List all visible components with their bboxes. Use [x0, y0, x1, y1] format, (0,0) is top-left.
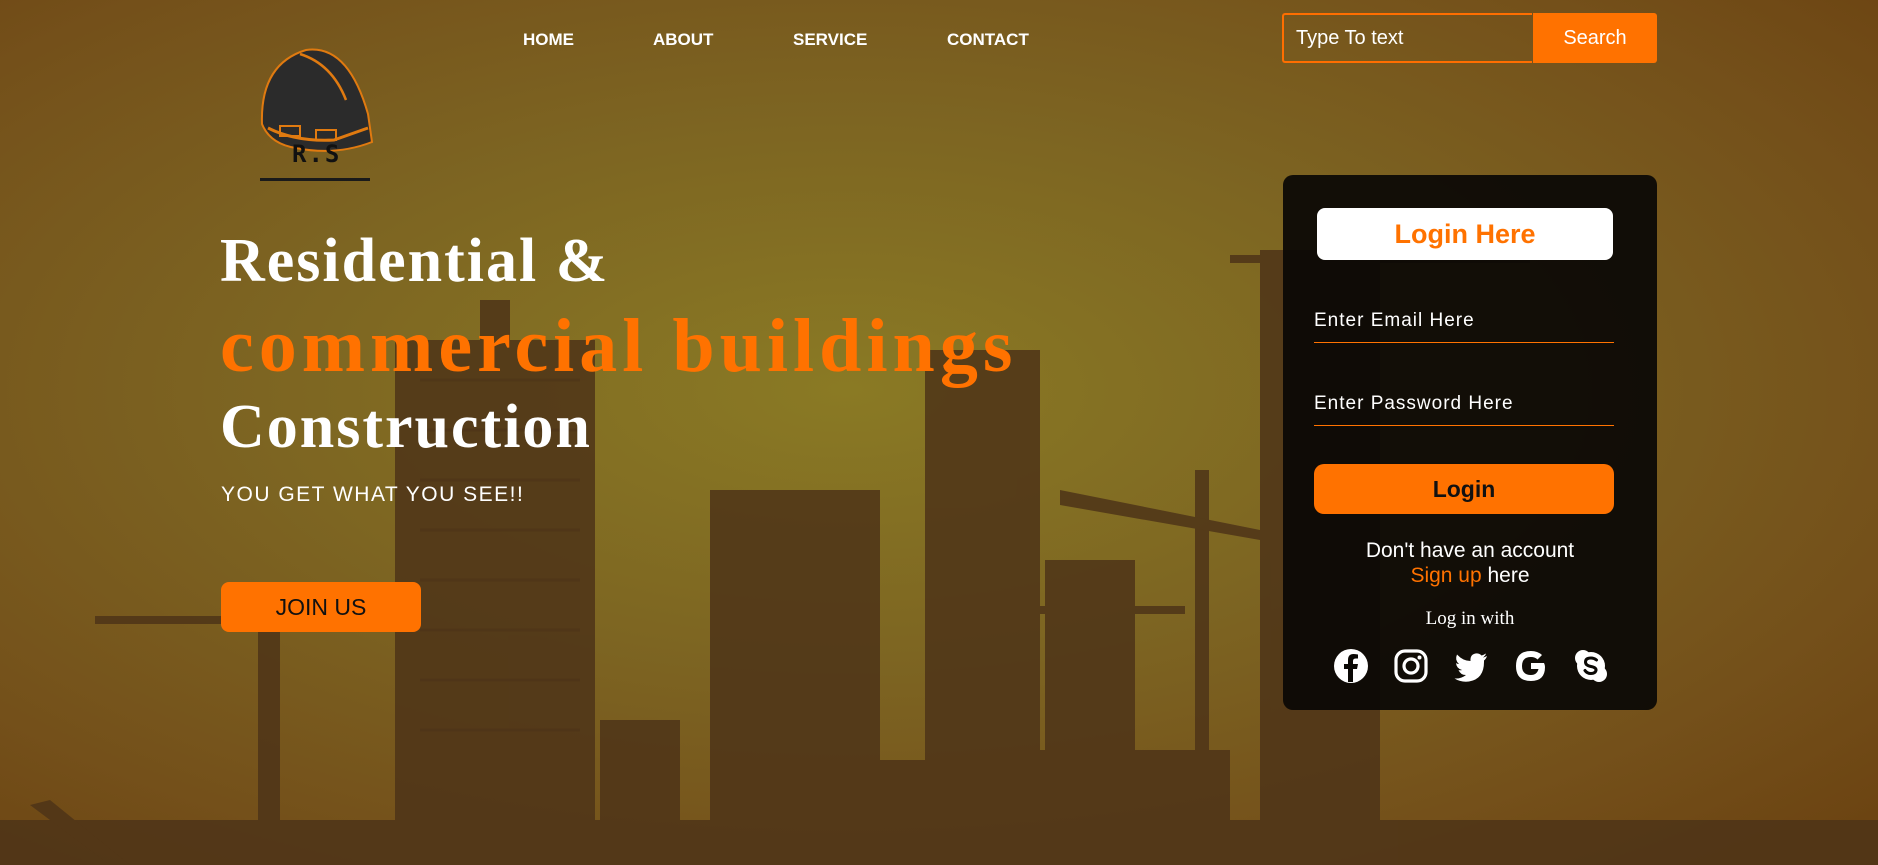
search-button[interactable]: Search [1533, 13, 1657, 63]
social-login-icons [1333, 648, 1613, 688]
hero-heading-line3: Construction [220, 393, 592, 461]
hero-heading-line2: commercial buildings [220, 304, 1018, 388]
twitter-icon[interactable] [1453, 648, 1489, 684]
nav-contact[interactable]: CONTACT [947, 30, 1029, 50]
join-us-button[interactable]: JOIN US [221, 582, 421, 632]
no-account-text: Don't have an account [1365, 539, 1575, 562]
hero-tagline: YOU GET WHAT YOU SEE!! [221, 483, 525, 506]
nav-about[interactable]: ABOUT [653, 30, 713, 50]
nav-service[interactable]: SERVICE [793, 30, 867, 50]
email-field[interactable] [1314, 310, 1614, 343]
search-input[interactable] [1282, 13, 1532, 63]
password-field[interactable] [1314, 393, 1614, 426]
google-icon[interactable] [1513, 648, 1549, 684]
login-title: Login Here [1317, 208, 1613, 260]
login-panel: Login Here Login Don't have an account S… [1283, 175, 1657, 710]
logo-underline [260, 178, 370, 181]
nav-home[interactable]: HOME [523, 30, 574, 50]
signup-suffix: here [1481, 564, 1530, 587]
signup-link[interactable]: Sign up [1410, 564, 1481, 587]
hero-heading-line1: Residential & [220, 227, 610, 295]
signup-prompt: Don't have an account Sign up here [1283, 538, 1657, 588]
log-in-with-label: Log in with [1425, 608, 1515, 629]
skype-icon[interactable] [1573, 648, 1609, 684]
instagram-icon[interactable] [1393, 648, 1429, 684]
logo-text: R.S [292, 140, 342, 168]
search-bar: Search [1282, 13, 1657, 63]
login-button[interactable]: Login [1314, 464, 1614, 514]
facebook-icon[interactable] [1333, 648, 1369, 684]
